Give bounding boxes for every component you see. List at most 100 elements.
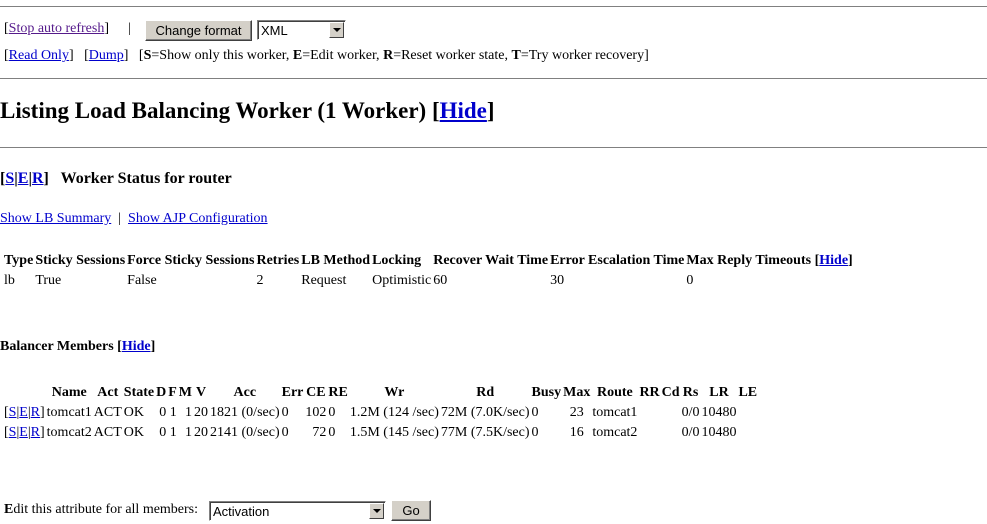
members-col-route: Route xyxy=(596,385,633,400)
member-cell-ce: 72 xyxy=(312,425,327,440)
lb-col-max-reply: Max Reply Timeouts [Hide] xyxy=(686,253,853,268)
lb-cell-recover: 60 xyxy=(433,273,448,288)
lb-col-max-reply-label: Max Reply Timeouts xyxy=(686,253,812,268)
read-only-link[interactable]: Read Only xyxy=(9,48,69,63)
members-heading: Balancer Members [Hide] xyxy=(0,339,156,354)
show-lb-summary-link[interactable]: Show LB Summary xyxy=(0,211,111,226)
member-cell-wr: 1.2M (124 /sec) xyxy=(349,405,439,420)
edit-attribute-label: Edit this attribute for all members: xyxy=(4,502,198,518)
legend-r-text: =Reset worker state, xyxy=(393,48,512,63)
hide-members-link[interactable]: Hide xyxy=(122,339,151,354)
lb-config-table: Type Sticky Sessions Force Sticky Sessio… xyxy=(2,249,855,293)
member-cell-max: 23 xyxy=(569,405,584,420)
rule-after-title xyxy=(0,147,987,148)
lb-cell-method: Request xyxy=(301,273,347,288)
member-cell-lr: 10480 xyxy=(701,405,737,420)
lb-cell-force-sticky: False xyxy=(127,273,157,288)
member-actions: [S|E|R] xyxy=(4,425,45,440)
lb-col-type: Type xyxy=(4,253,34,268)
member-cell-f: 1 xyxy=(169,405,177,420)
legend-row: [Read Only] [Dump] [S=Show only this wor… xyxy=(4,48,649,63)
stop-auto-refresh-link[interactable]: Stop auto refresh xyxy=(9,21,105,36)
members-header-row: Name Act State D F M V Acc Err CE RE Wr … xyxy=(4,385,757,401)
members-col-f: F xyxy=(168,385,177,400)
member-cell-rs: 0/0 xyxy=(681,425,700,440)
lb-col-locking: Locking xyxy=(372,253,422,268)
member-action-s[interactable]: S xyxy=(9,425,17,440)
members-col-busy: Busy xyxy=(531,385,562,400)
lb-col-recover: Recover Wait Time xyxy=(433,253,549,268)
lb-col-escalation: Error Escalation Time xyxy=(550,253,685,268)
legend-t-text: =Try worker recovery xyxy=(520,48,645,63)
lb-cell-escalation: 30 xyxy=(550,273,565,288)
member-cell-rd: 77M (7.5K/sec) xyxy=(440,425,530,440)
worker-links: Show LB Summary | Show AJP Configuration xyxy=(0,211,268,227)
table-row: [S|E|R] tomcat1 ACT OK 0 1 1 20 1821 (0/… xyxy=(4,405,757,421)
member-action-e[interactable]: E xyxy=(19,425,28,440)
show-ajp-config-link[interactable]: Show AJP Configuration xyxy=(128,211,268,226)
member-cell-max: 16 xyxy=(569,425,584,440)
page-title-text: Listing Load Balancing Worker (1 Worker) xyxy=(0,98,427,123)
member-cell-cd xyxy=(662,405,680,421)
lb-col-force-sticky: Force Sticky Sessions xyxy=(127,253,255,268)
member-action-r[interactable]: R xyxy=(31,405,40,420)
member-cell-le xyxy=(738,425,757,441)
change-format-button[interactable]: Change format xyxy=(145,20,252,41)
member-cell-d: 0 xyxy=(159,425,167,440)
hide-lb-config-link[interactable]: Hide xyxy=(819,253,848,268)
member-cell-re: 0 xyxy=(328,405,336,420)
member-action-s[interactable]: S xyxy=(9,405,17,420)
format-select[interactable]: XML xyxy=(257,20,346,40)
legend-s-text: =Show only this worker, xyxy=(151,48,293,63)
lb-cell-sticky: True xyxy=(35,273,62,288)
worker-action-r[interactable]: R xyxy=(32,170,44,187)
edit-label-rest: dit this attribute for all members: xyxy=(13,502,199,517)
worker-links-separator: | xyxy=(118,211,122,226)
member-cell-v: 20 xyxy=(194,425,209,440)
member-cell-act: ACT xyxy=(93,405,122,420)
member-cell-re: 0 xyxy=(328,425,336,440)
members-col-acc: Acc xyxy=(233,385,257,400)
member-cell-cd xyxy=(662,425,680,441)
chevron-down-icon[interactable] xyxy=(329,22,344,38)
format-select-value: XML xyxy=(261,23,288,38)
attribute-select-value: Activation xyxy=(213,504,270,519)
lb-cell-retries: 2 xyxy=(256,273,264,288)
page-title: Listing Load Balancing Worker (1 Worker)… xyxy=(0,98,495,123)
dump-link[interactable]: Dump xyxy=(89,48,124,63)
member-cell-name: tomcat1 xyxy=(46,405,92,420)
member-cell-route: tomcat1 xyxy=(592,405,638,420)
member-cell-act: ACT xyxy=(93,425,122,440)
member-cell-err: 0 xyxy=(281,425,289,440)
worker-action-s[interactable]: S xyxy=(5,170,14,187)
hide-listing-link[interactable]: Hide xyxy=(440,98,487,123)
members-col-wr: Wr xyxy=(384,385,405,400)
member-cell-wr: 1.5M (145 /sec) xyxy=(349,425,439,440)
member-cell-acc: 2141 (0/sec) xyxy=(210,425,280,440)
members-col-ce: CE xyxy=(306,385,326,400)
member-cell-busy: 0 xyxy=(531,425,539,440)
member-cell-acc: 1821 (0/sec) xyxy=(210,405,280,420)
legend-e-text: =Edit worker, xyxy=(302,48,384,63)
member-actions: [S|E|R] xyxy=(4,405,45,420)
member-action-r[interactable]: R xyxy=(31,425,40,440)
worker-action-e[interactable]: E xyxy=(18,170,29,187)
lb-cell-max-reply: 0 xyxy=(686,273,694,288)
members-col-state: State xyxy=(123,385,155,400)
members-col-cd: Cd xyxy=(661,385,680,400)
lb-cell-type: lb xyxy=(4,273,15,288)
members-col-err: Err xyxy=(281,385,304,400)
legend-t-key: T xyxy=(511,48,521,63)
members-col-v: V xyxy=(195,385,207,400)
member-cell-ce: 102 xyxy=(305,405,327,420)
member-cell-state: OK xyxy=(123,405,145,420)
members-col-max: Max xyxy=(563,385,591,400)
member-action-e[interactable]: E xyxy=(19,405,28,420)
attribute-select[interactable]: Activation xyxy=(209,501,386,521)
chevron-down-icon[interactable] xyxy=(369,503,384,519)
go-button[interactable]: Go xyxy=(391,500,431,521)
lb-col-method: LB Method xyxy=(301,253,371,268)
members-col-actions xyxy=(4,385,45,401)
rule-after-controls xyxy=(0,78,987,79)
member-cell-route: tomcat2 xyxy=(592,425,638,440)
